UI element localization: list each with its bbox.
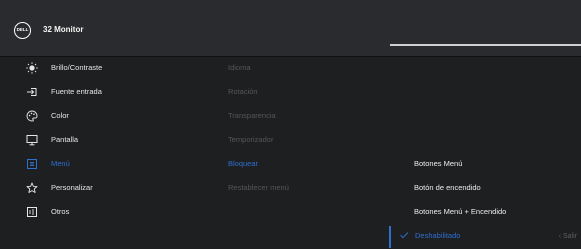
checkmark-icon — [400, 232, 409, 239]
menu-item-color[interactable]: Color — [0, 106, 220, 126]
star-icon — [26, 182, 38, 193]
menu-item-label: Brillo/Contraste — [51, 63, 103, 72]
osd-header: DELL 32 Monitor — [0, 0, 581, 56]
exit-button[interactable]: ‹ Salir — [559, 231, 577, 243]
header-divider — [0, 56, 581, 57]
menu-item-label: Pantalla — [51, 135, 79, 144]
menu-item-fuente-entrada[interactable]: Fuente entrada — [0, 82, 220, 102]
menu-item-label: Menú — [51, 159, 70, 168]
monitor-osd: DELL 32 Monitor Brillo/Contraste Fuente … — [0, 0, 581, 249]
menu-item-label: Otros — [51, 207, 70, 216]
submenu-item-temporizador[interactable]: Temporizador — [228, 134, 273, 146]
menu-item-label: Personalizar — [51, 183, 93, 192]
submenu-item-idioma[interactable]: Idioma — [228, 62, 251, 74]
brightness-icon — [26, 62, 38, 74]
selection-indicator — [389, 226, 391, 248]
dell-logo-text: DELL — [16, 27, 29, 33]
menu-item-personalizar[interactable]: Personalizar — [0, 178, 220, 198]
submenu-item-rotacion[interactable]: Rotación — [228, 86, 258, 98]
input-source-icon — [27, 88, 37, 96]
submenu-item-restablecer-menu[interactable]: Restablecer menú — [228, 182, 289, 194]
monitor-title: 32 Monitor — [43, 25, 84, 34]
menu-item-label: Fuente entrada — [51, 87, 102, 96]
submenu-item-transparencia[interactable]: Transparencia — [228, 110, 276, 122]
option-deshabilitado[interactable]: Deshabilitado — [415, 230, 460, 242]
others-icon — [27, 207, 37, 217]
display-icon — [26, 135, 38, 146]
menu-item-label: Color — [51, 111, 69, 120]
color-palette-icon — [26, 110, 38, 122]
menu-item-brillo-contraste[interactable]: Brillo/Contraste — [0, 58, 220, 78]
submenu-item-bloquear[interactable]: Bloquear — [228, 158, 258, 170]
menu-item-otros[interactable]: Otros — [0, 202, 220, 222]
option-botones-menu-encendido[interactable]: Botones Menú + Encendido — [414, 206, 506, 218]
header-progress-line — [390, 44, 581, 46]
option-botones-menu[interactable]: Botones Menú — [414, 158, 462, 170]
option-boton-encendido[interactable]: Botón de encendido — [414, 182, 481, 194]
menu-item-menu[interactable]: Menú — [0, 154, 220, 174]
dell-logo: DELL — [14, 22, 31, 39]
menu-item-pantalla[interactable]: Pantalla — [0, 130, 220, 150]
menu-icon — [27, 159, 37, 169]
